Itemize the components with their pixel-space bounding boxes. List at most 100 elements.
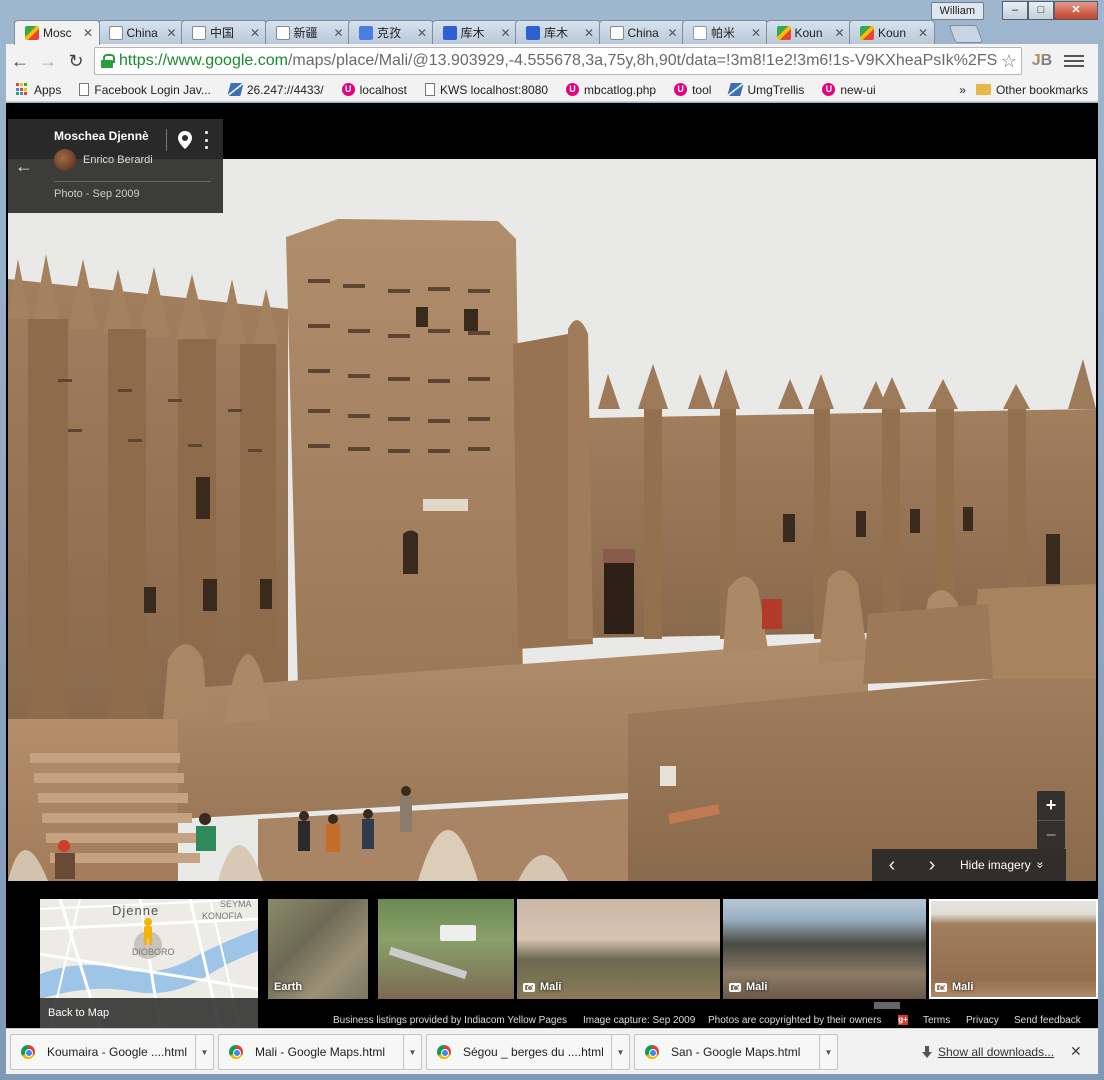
browser-tab[interactable]: 库木 ✕: [431, 20, 518, 44]
bookmark-item[interactable]: 26.247://4433/: [227, 83, 324, 97]
profile-button[interactable]: William: [930, 2, 984, 20]
bookmark-label: tool: [692, 82, 712, 97]
new-tab-button[interactable]: [948, 25, 984, 43]
other-bookmarks-folder[interactable]: Other bookmarks: [975, 83, 1088, 97]
chrome-file-icon: [437, 1045, 451, 1059]
tab-title: China: [126, 25, 158, 40]
close-tab-icon[interactable]: ✕: [751, 26, 761, 40]
page-icon: [192, 25, 206, 40]
browser-tab[interactable]: 新疆 ✕: [264, 20, 351, 44]
earth-thumbnail[interactable]: Earth: [268, 899, 368, 999]
browser-tab[interactable]: 帕米 ✕: [682, 20, 768, 44]
bookmark-item[interactable]: UmgTrellis: [727, 83, 804, 97]
bookmark-item[interactable]: Umbcatlog.php: [566, 83, 656, 97]
close-tab-icon[interactable]: ✕: [250, 26, 260, 40]
maximize-button[interactable]: □: [1028, 1, 1054, 20]
capture-date: Image capture: Sep 2009: [583, 1015, 696, 1026]
dropdown-arrow-icon[interactable]: ▼: [403, 1035, 421, 1069]
bookmark-item[interactable]: Apps: [16, 83, 61, 97]
browser-tab[interactable]: 克孜 ✕: [348, 20, 434, 44]
photo-thumbnail[interactable]: Mali: [723, 899, 926, 999]
photo-date: Photo - Sep 2009: [54, 188, 140, 200]
bookmark-item[interactable]: Utool: [674, 83, 711, 97]
browser-tab[interactable]: 库木 ✕: [515, 20, 601, 44]
minimap[interactable]: Djenne KONOFIA DIOBORO SEYMA Back to Map: [40, 899, 258, 1028]
page-icon: [275, 25, 290, 40]
more-options-icon[interactable]: [202, 131, 210, 149]
dropdown-arrow-icon[interactable]: ▼: [819, 1035, 837, 1069]
dropdown-arrow-icon[interactable]: ▼: [611, 1035, 629, 1069]
show-all-downloads-link[interactable]: Show all downloads...: [922, 1045, 1054, 1059]
jetbrains-extension-icon[interactable]: JB: [1030, 49, 1054, 73]
photo-thumbnail[interactable]: [378, 899, 514, 999]
close-tab-icon[interactable]: ✕: [500, 26, 510, 40]
author-name[interactable]: Enrico Berardi: [83, 154, 153, 166]
terms-link[interactable]: Terms: [923, 1015, 950, 1026]
minimap-label-djenne: Djenne: [112, 903, 160, 918]
reload-icon[interactable]: ↻: [62, 47, 90, 75]
bookmark-item[interactable]: Ulocalhost: [341, 83, 407, 97]
browser-tab[interactable]: Mosc ✕: [14, 20, 100, 45]
close-tab-icon[interactable]: ✕: [584, 26, 594, 40]
download-filename: Ségou _ berges du ....html: [463, 1045, 604, 1059]
close-downloads-button[interactable]: ✕: [1070, 1043, 1082, 1060]
chrome-file-icon: [645, 1045, 659, 1059]
bookmarks-overflow-chevron[interactable]: »: [959, 83, 966, 97]
close-tab-icon[interactable]: ✕: [667, 26, 677, 40]
double-chevron-down-icon: »: [1033, 861, 1048, 869]
close-window-button[interactable]: ✕: [1054, 1, 1098, 20]
address-bar[interactable]: https://www.google.com/maps/place/Mali/@…: [94, 47, 1022, 75]
download-item[interactable]: Ségou _ berges du ....html ▼: [426, 1034, 630, 1070]
download-item[interactable]: Koumaira - Google ....html ▼: [10, 1034, 214, 1070]
back-arrow-icon[interactable]: ←: [8, 119, 40, 213]
minimap-label-dioboro: DIOBORO: [132, 947, 175, 957]
minimize-button[interactable]: –: [1002, 1, 1028, 20]
zoom-out-button[interactable]: −: [1037, 820, 1065, 849]
next-image-button[interactable]: ›: [912, 854, 952, 877]
place-title[interactable]: Moschea Djennè: [54, 129, 149, 143]
chrome-menu-icon[interactable]: [1064, 49, 1084, 73]
browser-tab[interactable]: China ✕: [97, 20, 184, 44]
copyright-note: Photos are copyrighted by their owners: [708, 1015, 882, 1026]
dropdown-arrow-icon[interactable]: ▼: [195, 1035, 213, 1069]
send-feedback-link[interactable]: Send feedback: [1014, 1015, 1081, 1026]
browser-tab[interactable]: 中国 ✕: [181, 20, 267, 44]
bookmark-label: new-ui: [840, 82, 876, 97]
bookmark-item[interactable]: Facebook Login Jav...: [79, 83, 211, 97]
selected-photo-thumbnail[interactable]: Mali: [929, 899, 1098, 999]
url-path: /maps/place/Mali/@13.903929,-4.555678,3a…: [287, 52, 1002, 69]
bookmark-item[interactable]: Unew-ui: [822, 82, 876, 97]
google-maps-icon: [25, 26, 39, 40]
download-item[interactable]: San - Google Maps.html ▼: [634, 1034, 838, 1070]
photo-thumbnail[interactable]: Mali: [517, 899, 720, 999]
url-scheme: https://: [119, 52, 168, 69]
camera-icon: [523, 982, 535, 992]
close-tab-icon[interactable]: ✕: [834, 26, 844, 40]
close-tab-icon[interactable]: ✕: [918, 26, 928, 40]
google-maps-icon: [776, 25, 791, 40]
browser-tab[interactable]: China ✕: [598, 20, 685, 44]
download-filename: Koumaira - Google ....html: [47, 1045, 188, 1059]
download-item[interactable]: Mali - Google Maps.html ▼: [218, 1034, 422, 1070]
close-tab-icon[interactable]: ✕: [333, 26, 343, 40]
avatar[interactable]: [54, 149, 76, 171]
zoom-in-button[interactable]: +: [1037, 791, 1065, 820]
google-plus-icon[interactable]: g+: [898, 1015, 908, 1025]
back-arrow-icon[interactable]: ←: [6, 47, 34, 75]
map-pin-icon[interactable]: [178, 131, 192, 149]
bookmark-star-icon[interactable]: ☆: [996, 51, 1017, 72]
previous-image-button[interactable]: ‹: [872, 854, 912, 877]
close-tab-icon[interactable]: ✕: [417, 26, 427, 40]
browser-tab[interactable]: Koun ✕: [849, 20, 935, 44]
browser-tab[interactable]: Koun ✕: [765, 20, 852, 44]
street-view-photo[interactable]: [8, 159, 1096, 881]
hide-imagery-button[interactable]: Hide imagery »: [960, 858, 1048, 872]
tab-title: Koun: [878, 25, 907, 40]
bookmark-item[interactable]: KWS localhost:8080: [424, 83, 548, 97]
forward-arrow-icon[interactable]: →: [34, 47, 62, 75]
close-tab-icon[interactable]: ✕: [83, 26, 93, 40]
filmstrip-scrollbar[interactable]: [874, 1002, 900, 1009]
google-icon: [359, 25, 373, 40]
close-tab-icon[interactable]: ✕: [166, 26, 176, 40]
privacy-link[interactable]: Privacy: [966, 1015, 999, 1026]
